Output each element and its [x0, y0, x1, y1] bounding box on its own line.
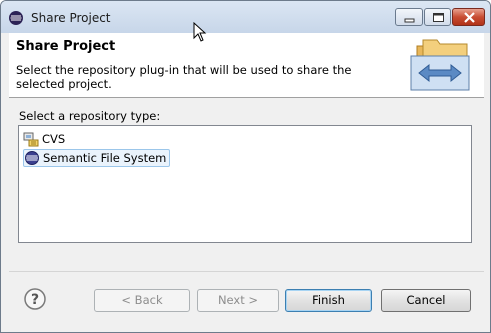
- list-item-label: CVS: [42, 132, 66, 146]
- next-button[interactable]: Next >: [197, 289, 279, 312]
- wizard-header: Share Project Select the repository plug…: [9, 33, 484, 98]
- button-bar-divider: [9, 271, 484, 272]
- repository-type-label: Select a repository type:: [19, 109, 161, 123]
- back-button[interactable]: < Back: [94, 289, 190, 312]
- repository-type-list[interactable]: CVS Semantic File System: [18, 125, 472, 243]
- close-icon: [464, 12, 475, 23]
- semantic-file-system-icon: [25, 151, 39, 165]
- page-title: Share Project: [16, 39, 116, 54]
- cancel-button[interactable]: Cancel: [381, 289, 471, 312]
- minimize-icon: [404, 18, 415, 23]
- share-project-banner-icon: [410, 39, 470, 91]
- svg-text:?: ?: [31, 292, 39, 308]
- close-button[interactable]: [452, 8, 485, 26]
- list-item-semantic-file-system[interactable]: Semantic File System: [23, 149, 171, 167]
- cvs-repository-icon: [23, 132, 39, 147]
- title-bar[interactable]: Share Project: [1, 1, 490, 33]
- maximize-button[interactable]: [424, 8, 451, 26]
- list-item-cvs[interactable]: CVS: [23, 130, 68, 148]
- share-project-dialog: Share Project Share Project Select the r…: [0, 0, 491, 333]
- list-item-label: Semantic File System: [43, 151, 167, 165]
- maximize-icon: [433, 13, 444, 22]
- window-title: Share Project: [31, 11, 111, 25]
- eclipse-app-icon: [9, 11, 23, 25]
- page-description: Select the repository plug-in that will …: [16, 63, 352, 91]
- mouse-pointer-icon: [193, 22, 207, 42]
- finish-button[interactable]: Finish: [285, 289, 372, 312]
- minimize-button[interactable]: [395, 8, 423, 26]
- help-icon[interactable]: ?: [23, 287, 47, 311]
